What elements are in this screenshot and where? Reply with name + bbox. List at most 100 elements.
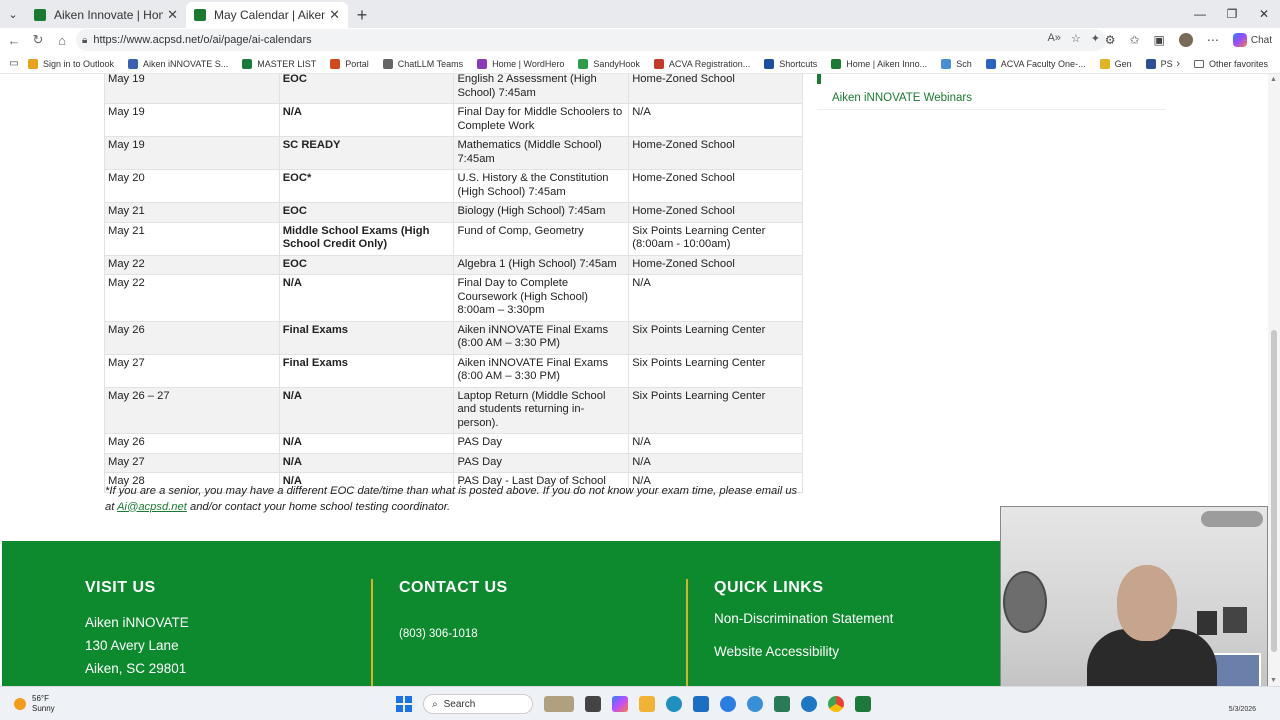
bookmark-favicon-icon — [28, 58, 38, 69]
file-explorer-icon[interactable] — [639, 696, 655, 712]
bookmark-item[interactable]: SandyHook — [578, 58, 640, 69]
remote-app-icon[interactable] — [747, 696, 763, 712]
system-date[interactable]: 5/3/2026 — [1229, 706, 1256, 713]
edge-beta-icon[interactable] — [774, 696, 790, 712]
bookmark-item[interactable]: Portal — [330, 58, 369, 69]
bookmark-label: Home | Aiken Inno... — [846, 58, 928, 69]
close-tab-icon[interactable]: ✕ — [329, 7, 340, 23]
edge-dev-icon[interactable] — [801, 696, 817, 712]
extensions-icon[interactable]: ⚙ — [1105, 33, 1116, 47]
wall-picture — [1197, 611, 1217, 635]
back-icon[interactable]: ← — [2, 28, 26, 52]
copilot-app-icon[interactable] — [612, 696, 628, 712]
bookmark-item[interactable]: Shortcuts — [764, 58, 817, 69]
store-icon[interactable] — [693, 696, 709, 712]
chrome-icon[interactable] — [828, 696, 844, 712]
windows-start-icon[interactable] — [396, 696, 412, 712]
bookmark-item[interactable]: Home | WordHero — [477, 58, 564, 69]
description-cell: Biology (High School) 7:45am — [453, 202, 630, 223]
bookmark-label: SandyHook — [593, 58, 640, 69]
test-cell: N/A — [278, 274, 455, 322]
date-cell: May 19 — [104, 103, 280, 137]
bookmark-item[interactable]: MASTER LIST — [242, 58, 316, 69]
description-cell: Aiken iNNOVATE Final Exams (8:00 AM – 3:… — [453, 320, 630, 355]
restore-icon[interactable]: ❐ — [1216, 0, 1248, 28]
help-icon[interactable] — [720, 696, 736, 712]
description-cell: PAS Day — [453, 452, 630, 473]
location-cell: Home-Zoned School — [628, 136, 803, 170]
bookmark-item[interactable]: Home | Aiken Inno... — [831, 58, 928, 69]
bookmark-favicon-icon — [831, 58, 842, 69]
senior-eoc-note: *If you are a senior, you may have a dif… — [105, 484, 805, 515]
weather-widget[interactable]: 56°F Sunny — [14, 694, 55, 714]
read-aloud-icon[interactable]: A» — [1047, 32, 1060, 45]
scroll-down-icon[interactable]: ▼ — [1270, 677, 1277, 684]
location-cell: N/A — [628, 452, 803, 473]
bookmark-favicon-icon — [985, 58, 996, 69]
date-cell: May 27 — [104, 353, 280, 388]
bookmark-label: ChatLLM Teams — [397, 58, 464, 69]
close-tab-icon[interactable]: ✕ — [167, 7, 178, 23]
bookmark-item[interactable]: Aiken iNNOVATE S... — [128, 58, 228, 69]
non-discrimination-link[interactable]: Non-Discrimination Statement — [714, 611, 893, 626]
home-icon[interactable]: ⌂ — [50, 28, 74, 52]
other-favorites-folder[interactable]: Other favorites — [1193, 59, 1268, 69]
collections-icon[interactable]: ▣ — [1154, 33, 1165, 47]
tab-actions-menu-icon[interactable]: ⌄ — [0, 0, 26, 28]
favorite-star-icon[interactable]: ☆ — [1071, 32, 1081, 45]
search-label: Search — [443, 698, 476, 710]
scroll-up-icon[interactable]: ▲ — [1270, 76, 1277, 83]
tab-may-calendar[interactable]: May Calendar | Aiken Innovate ✕ — [186, 2, 348, 28]
taskbar-search[interactable]: ⌕ Search — [423, 694, 533, 714]
widgets-icon[interactable] — [544, 696, 574, 712]
bookmark-list: Sign in to Outlook Aiken iNNOVATE S... MAS… — [28, 58, 1187, 69]
bookmark-item[interactable]: Sch — [941, 58, 972, 69]
website-accessibility-link[interactable]: Website Accessibility — [714, 644, 893, 659]
table-row: May 20 EOC* U.S. History & the Constitutio… — [104, 169, 803, 203]
bookmark-item[interactable]: ACVA Faculty One-... — [985, 58, 1086, 69]
edge-icon[interactable] — [666, 696, 682, 712]
sidebar-toggle-icon[interactable]: ▭ — [0, 58, 28, 69]
webinars-link[interactable]: Aiken iNNOVATE Webinars — [832, 92, 972, 104]
profile-avatar[interactable] — [1178, 33, 1193, 47]
bookmark-item[interactable]: PS — [1145, 58, 1173, 69]
bookmark-item[interactable]: Gen — [1099, 58, 1132, 69]
table-row: May 21 Middle School Exams (High School C… — [104, 221, 803, 256]
email-link[interactable]: Ai@acpsd.net — [117, 501, 187, 513]
description-cell: PAS Day — [453, 433, 630, 454]
toolbar-right: ⚙ ✩ ▣ ⋯ Chat — [1105, 28, 1272, 52]
lock-icon[interactable]: 🔒︎ — [82, 35, 87, 46]
page-scrollbar[interactable]: ▲ ▼ — [1268, 74, 1280, 686]
favorites-icon[interactable]: ✩ — [1129, 33, 1139, 47]
location-cell: N/A — [628, 274, 803, 322]
phone-number[interactable]: (803) 306-1018 — [399, 623, 508, 646]
excel-icon[interactable] — [855, 696, 871, 712]
minimize-icon[interactable]: — — [1184, 0, 1216, 28]
refresh-icon[interactable]: ↻ — [26, 28, 50, 52]
scrollbar-thumb[interactable] — [1271, 330, 1277, 652]
bookmark-label: Sign in to Outlook — [43, 58, 115, 69]
bookmark-item[interactable]: ACVA Registration... — [653, 58, 751, 69]
close-window-icon[interactable]: ✕ — [1248, 0, 1280, 28]
bookmark-label: ACVA Registration... — [668, 58, 751, 69]
description-cell: Mathematics (Middle School) 7:45am — [453, 136, 630, 170]
footer-divider — [371, 579, 373, 686]
bookmark-item[interactable]: ChatLLM Teams — [382, 58, 464, 69]
extension-icon[interactable]: ✦ — [1091, 32, 1100, 45]
more-menu-icon[interactable]: ⋯ — [1207, 33, 1219, 47]
task-view-icon[interactable] — [585, 696, 601, 712]
test-cell: EOC* — [278, 169, 455, 203]
new-tab-button[interactable]: + — [348, 2, 376, 28]
copilot-chat-button[interactable]: Chat — [1232, 33, 1272, 47]
description-cell: Final Day to Complete Coursework (High S… — [453, 274, 630, 322]
bookmark-item[interactable]: Sign in to Outlook — [28, 58, 115, 69]
folder-icon — [1193, 59, 1204, 68]
description-cell: Aiken iNNOVATE Final Exams (8:00 AM – 3:… — [453, 353, 630, 388]
sidebar-accent-bar — [817, 74, 821, 84]
more-bookmarks-icon[interactable]: › — [1176, 58, 1180, 70]
footer-quick-links: QUICK LINKS Non-Discrimination Statement… — [714, 579, 893, 677]
webcam-overlay[interactable] — [1000, 506, 1268, 706]
address-bar[interactable]: 🔒︎ https://www.acpsd.net/o/ai/page/ai-ca… — [76, 29, 1106, 51]
tab-aiken-home[interactable]: Aiken Innovate | Home ✕ — [26, 2, 186, 28]
location-cell: Home-Zoned School — [628, 169, 803, 203]
